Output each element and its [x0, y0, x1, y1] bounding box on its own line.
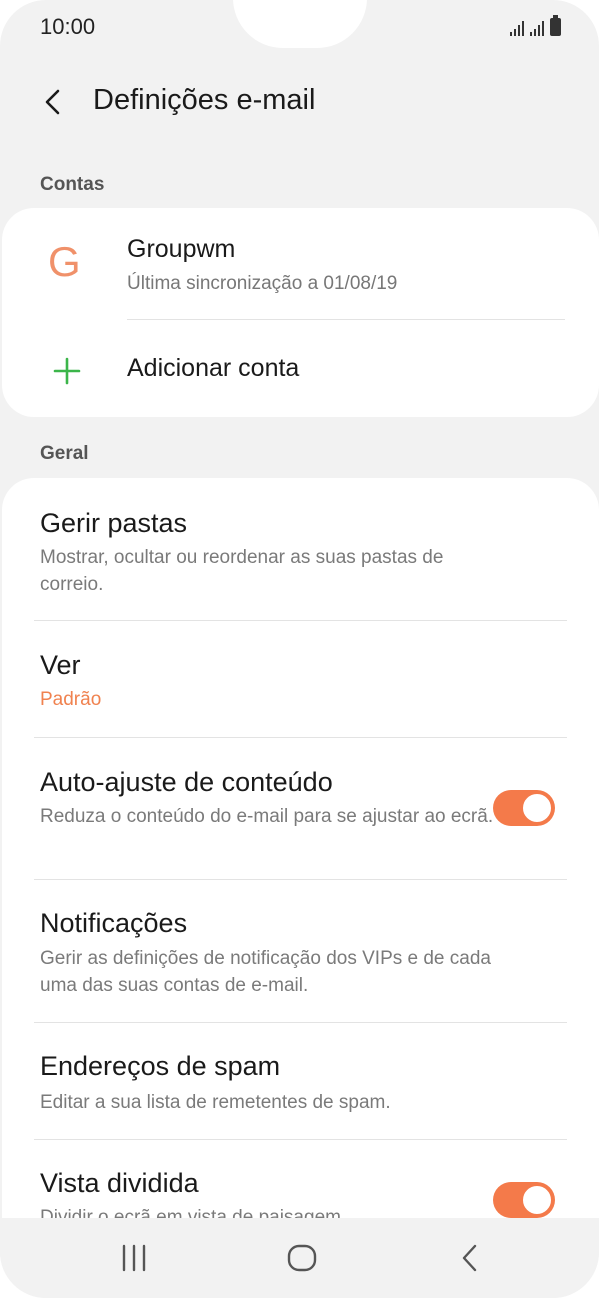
setting-description: Mostrar, ocultar ou reordenar as suas pa… — [40, 547, 444, 595]
setting-title: Notificações — [40, 908, 188, 938]
account-icon: G — [48, 238, 81, 285]
signal-icon — [530, 20, 544, 36]
setting-view[interactable]: Ver Padrão — [2, 621, 599, 737]
auto-fit-toggle[interactable] — [493, 790, 555, 826]
setting-description: Gerir as definições de notificação dos V… — [40, 948, 491, 996]
recents-icon — [122, 1244, 146, 1272]
setting-description: Dividir o ecrã em vista de paisagem. — [40, 1207, 347, 1218]
setting-description: Reduza o conteúdo do e-mail para se ajus… — [40, 806, 494, 827]
camera-notch — [233, 0, 367, 48]
home-button[interactable] — [282, 1240, 322, 1276]
account-item[interactable]: G Groupwm Última sincronização a 01/08/1… — [2, 208, 599, 319]
back-button[interactable] — [36, 82, 72, 122]
section-label-accounts: Contas — [40, 174, 105, 195]
plus-icon — [53, 357, 81, 385]
setting-title: Auto-ajuste de conteúdo — [40, 767, 333, 797]
home-icon — [287, 1244, 317, 1272]
toggle-knob — [521, 792, 553, 824]
setting-auto-fit-content[interactable]: Auto-ajuste de conteúdo Reduza o conteúd… — [2, 738, 599, 879]
setting-title: Endereços de spam — [40, 1051, 281, 1081]
status-time: 10:00 — [40, 14, 96, 39]
page-title: Definições e-mail — [93, 84, 316, 116]
setting-description: Editar a sua lista de remetentes de spam… — [40, 1092, 391, 1113]
app-header: Definições e-mail — [0, 70, 599, 136]
status-icons — [510, 15, 561, 36]
nav-back-icon — [462, 1244, 477, 1272]
setting-title: Vista dividida — [40, 1168, 199, 1198]
setting-split-view[interactable]: Vista dividida Dividir o ecrã em vista d… — [2, 1140, 599, 1218]
setting-manage-folders[interactable]: Gerir pastas Mostrar, ocultar ou reorden… — [2, 478, 599, 620]
setting-value: Padrão — [40, 689, 102, 710]
add-account-label: Adicionar conta — [127, 354, 300, 382]
navigation-bar — [0, 1218, 599, 1298]
general-card: Gerir pastas Mostrar, ocultar ou reorden… — [2, 478, 599, 1218]
nav-back-button[interactable] — [450, 1240, 490, 1276]
account-sync-status: Última sincronização a 01/08/19 — [127, 273, 398, 294]
add-account-button[interactable]: Adicionar conta — [2, 320, 599, 417]
setting-title: Ver — [40, 650, 81, 680]
phone-screen: 10:00 Definições e-mail Contas G Groupwm… — [0, 0, 599, 1298]
recents-button[interactable] — [114, 1240, 154, 1276]
signal-icon — [510, 20, 524, 36]
toggle-knob — [521, 1184, 553, 1216]
account-name: Groupwm — [127, 235, 236, 263]
accounts-card: G Groupwm Última sincronização a 01/08/1… — [2, 208, 599, 417]
section-label-general: Geral — [40, 443, 89, 464]
setting-title: Gerir pastas — [40, 508, 188, 538]
setting-notifications[interactable]: Notificações Gerir as definições de noti… — [2, 880, 599, 1022]
split-view-toggle[interactable] — [493, 1182, 555, 1218]
setting-spam-addresses[interactable]: Endereços de spam Editar a sua lista de … — [2, 1023, 599, 1139]
chevron-left-icon — [45, 89, 60, 115]
battery-icon — [550, 15, 561, 36]
